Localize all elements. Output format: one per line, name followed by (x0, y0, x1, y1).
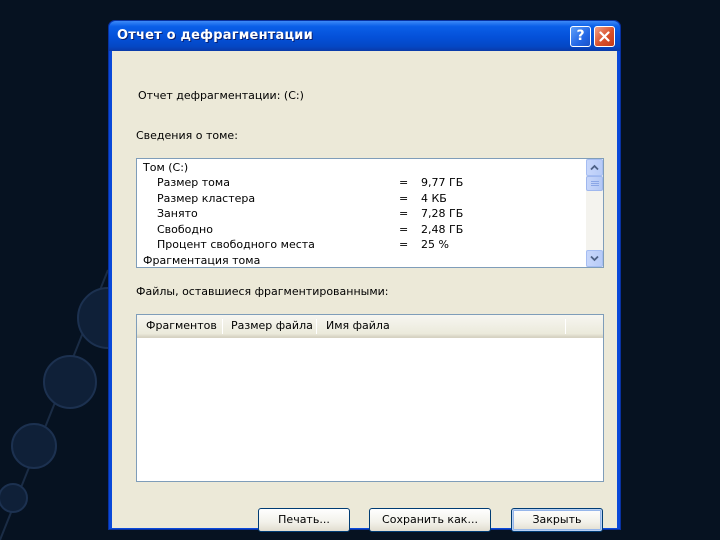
volume-info-box[interactable]: Том (C:) Размер тома = 9,77 ГБ Размер кл… (136, 158, 604, 268)
column-fragments[interactable]: Фрагментов (137, 315, 223, 337)
equals-sign: = (399, 176, 409, 189)
volume-size-value: 9,77 ГБ (421, 176, 464, 189)
column-file-size[interactable]: Размер файла (222, 315, 316, 337)
help-icon: ? (576, 28, 585, 44)
volume-info-line: Фрагментация тома (143, 254, 261, 267)
fragmented-files-list[interactable]: Фрагментов Размер файла Имя файла (136, 314, 604, 482)
vertical-scrollbar[interactable] (586, 159, 603, 267)
free-space-value: 2,48 ГБ (421, 223, 464, 236)
equals-sign: = (399, 238, 409, 251)
title-bar[interactable]: Отчет о дефрагментации ? (109, 21, 620, 51)
used-space-value: 7,28 ГБ (421, 207, 464, 220)
scroll-down-button[interactable] (586, 250, 603, 267)
scroll-up-button[interactable] (586, 159, 603, 176)
volume-info-line: Занято (157, 207, 198, 220)
column-divider[interactable] (565, 319, 566, 334)
volume-info-line: Размер тома (157, 176, 230, 189)
volume-info-label: Сведения о томе: (136, 129, 238, 142)
save-as-button[interactable]: Сохранить как... (369, 508, 491, 532)
report-heading: Отчет дефрагментации: (C:) (138, 89, 304, 102)
equals-sign: = (399, 192, 409, 205)
volume-info-line: Процент свободного места (157, 238, 315, 251)
equals-sign: = (399, 207, 409, 220)
free-percent-value: 25 % (421, 238, 449, 251)
close-button[interactable]: Закрыть (511, 508, 603, 532)
dialog-body: Отчет дефрагментации: (C:) Сведения о то… (112, 51, 617, 532)
fragmented-files-label: Файлы, оставшиеся фрагментированными: (136, 285, 389, 298)
column-file-name[interactable]: Имя файла (317, 315, 565, 337)
volume-info-line: Свободно (157, 223, 213, 236)
volume-info-line: Том (C:) (143, 161, 189, 174)
chevron-up-icon (590, 164, 599, 171)
equals-sign: = (399, 223, 409, 236)
list-header: Фрагментов Размер файла Имя файла (137, 315, 603, 338)
chevron-down-icon (590, 255, 599, 262)
cluster-size-value: 4 КБ (421, 192, 447, 205)
help-button[interactable]: ? (570, 26, 591, 47)
scroll-thumb[interactable] (586, 176, 603, 191)
print-button[interactable]: Печать... (258, 508, 350, 532)
defrag-report-dialog: Отчет о дефрагментации ? Отчет дефрагмен… (108, 20, 621, 532)
window-title: Отчет о дефрагментации (117, 28, 313, 43)
volume-info-line: Размер кластера (157, 192, 256, 205)
close-window-button[interactable] (594, 26, 615, 47)
close-icon (599, 31, 610, 42)
